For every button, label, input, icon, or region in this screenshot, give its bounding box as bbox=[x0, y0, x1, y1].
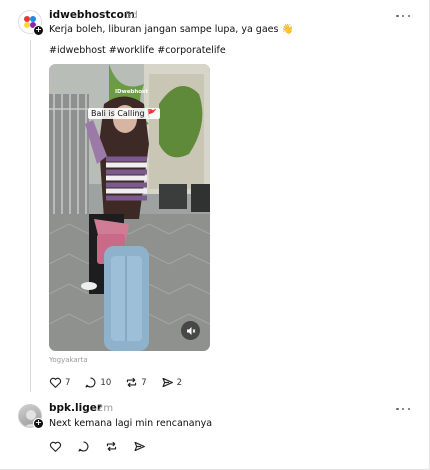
repost-icon bbox=[106, 441, 117, 452]
share-count: 2 bbox=[176, 377, 183, 388]
like-button[interactable]: 7 bbox=[49, 376, 70, 389]
video-caption-overlay: Bali is Calling 🚩 bbox=[88, 108, 161, 119]
post-location[interactable]: Yogyakarta bbox=[49, 356, 88, 364]
repost-icon bbox=[127, 377, 137, 388]
share-icon bbox=[134, 441, 145, 452]
comment-icon bbox=[78, 441, 89, 452]
follow-plus-icon[interactable]: + bbox=[33, 418, 44, 429]
share-button[interactable]: 2 bbox=[161, 376, 182, 389]
repost-button[interactable]: 7 bbox=[125, 376, 147, 389]
post-actions: 7 10 7 2 bbox=[49, 376, 196, 389]
post-timestamp[interactable]: 5d bbox=[125, 10, 138, 21]
heart-icon bbox=[49, 377, 62, 388]
like-count: 7 bbox=[65, 377, 71, 388]
share-button[interactable] bbox=[133, 440, 146, 453]
repost-button[interactable] bbox=[105, 440, 118, 453]
reply-text: Next kemana lagi min rencananya bbox=[49, 418, 213, 429]
comment-icon bbox=[85, 377, 96, 388]
reply-username[interactable]: bpk.liger bbox=[49, 402, 102, 414]
post-hashtags[interactable]: #idwebhost #worklife #corporatelife bbox=[49, 45, 226, 56]
repost-count: 7 bbox=[141, 377, 147, 388]
post-text: Kerja boleh, liburan jangan sampe lupa, … bbox=[49, 24, 294, 35]
comment-button[interactable]: 10 bbox=[84, 376, 111, 389]
heart-icon bbox=[49, 441, 62, 452]
share-icon bbox=[162, 377, 173, 388]
video-watermark: IDwebhost bbox=[115, 89, 148, 95]
comment-count: 10 bbox=[100, 377, 112, 388]
more-options-icon[interactable] bbox=[396, 13, 410, 19]
more-options-icon[interactable] bbox=[396, 406, 410, 412]
comment-button[interactable] bbox=[77, 440, 90, 453]
mute-icon[interactable] bbox=[181, 321, 200, 340]
like-button[interactable] bbox=[49, 440, 62, 453]
reply-timestamp[interactable]: 2m bbox=[97, 403, 113, 414]
thread-line bbox=[29, 40, 31, 392]
follow-plus-icon[interactable]: + bbox=[33, 25, 44, 36]
author-username[interactable]: idwebhostcom bbox=[49, 9, 135, 21]
reply-actions bbox=[49, 440, 160, 453]
post-video[interactable]: IDwebhost Bali is Calling 🚩 bbox=[49, 64, 210, 351]
reply-post: + bpk.liger 2m Next kemana lagi min renc… bbox=[0, 395, 430, 465]
main-post: + idwebhostcom 5d Kerja boleh, liburan j… bbox=[0, 0, 430, 400]
